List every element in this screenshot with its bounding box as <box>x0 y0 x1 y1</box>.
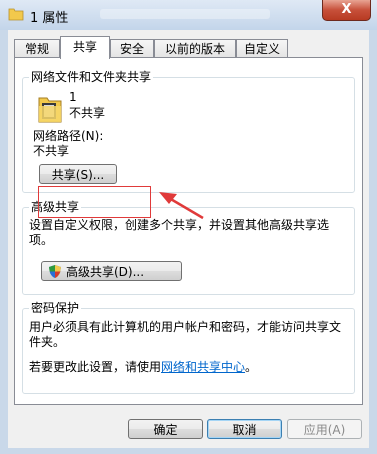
cancel-button[interactable]: 取消 <box>207 419 282 439</box>
title-bar: 1 属性 X <box>0 0 377 30</box>
group-title: 网络文件和文件夹共享 <box>29 70 154 84</box>
tab-general[interactable]: 常规 <box>14 39 60 58</box>
password-protection-description: 用户必须具有此计算机的用户帐户和密码，才能访问共享文件夹。 <box>29 320 342 349</box>
change-setting-text: 若要更改此设置，请使用 <box>29 360 162 374</box>
tab-label: 共享 <box>72 40 97 54</box>
network-sharing-center-link[interactable]: 网络和共享中心 <box>161 360 245 374</box>
shared-folder-icon <box>38 97 62 123</box>
close-button[interactable]: X <box>322 0 371 21</box>
tab-customize[interactable]: 自定义 <box>236 39 288 58</box>
blurred-background <box>100 9 270 19</box>
folder-name: 1 <box>69 90 77 104</box>
ok-button[interactable]: 确定 <box>128 419 203 439</box>
tab-sharing[interactable]: 共享 <box>60 36 110 59</box>
tab-label: 安全 <box>119 42 144 56</box>
group-title: 密码保护 <box>29 301 82 315</box>
shield-icon <box>49 265 61 278</box>
share-button[interactable]: 共享(S)... <box>39 164 117 184</box>
dialog-body: 常规 共享 安全 以前的版本 自定义 网络文件和文件夹共享 1 不共享 网络路径… <box>8 30 369 448</box>
annotation-arrow <box>159 192 204 220</box>
change-setting-line: 若要更改此设置，请使用网络和共享中心。 <box>29 360 257 375</box>
tab-label: 以前的版本 <box>164 42 225 56</box>
annotation-highlight-box <box>38 186 151 218</box>
folder-share-status: 不共享 <box>69 106 106 120</box>
window-title: 1 属性 <box>30 11 69 26</box>
folder-icon <box>8 8 24 21</box>
advanced-sharing-button[interactable]: 高级共享(D)... <box>41 261 182 281</box>
tab-previous-versions[interactable]: 以前的版本 <box>154 39 236 58</box>
password-protection-group: 密码保护 用户必须具有此计算机的用户帐户和密码，才能访问共享文件夹。 若要更改此… <box>22 301 355 394</box>
advanced-sharing-description: 设置自定义权限，创建多个共享，并设置其他高级共享选项。 <box>29 218 330 247</box>
advanced-sharing-label: 高级共享(D)... <box>66 265 145 279</box>
apply-button[interactable]: 应用(A) <box>287 419 362 439</box>
network-path-label: 网络路径(N): <box>33 129 104 143</box>
sharing-panel: 网络文件和文件夹共享 1 不共享 网络路径(N): 不共享 共享(S)... 高… <box>14 57 363 405</box>
network-sharing-group: 网络文件和文件夹共享 1 不共享 网络路径(N): 不共享 共享(S)... <box>22 70 355 193</box>
tab-security[interactable]: 安全 <box>110 39 154 58</box>
change-setting-suffix: 。 <box>245 360 258 374</box>
network-path-value: 不共享 <box>33 144 70 158</box>
tab-label: 自定义 <box>243 42 280 56</box>
tab-label: 常规 <box>24 42 49 56</box>
